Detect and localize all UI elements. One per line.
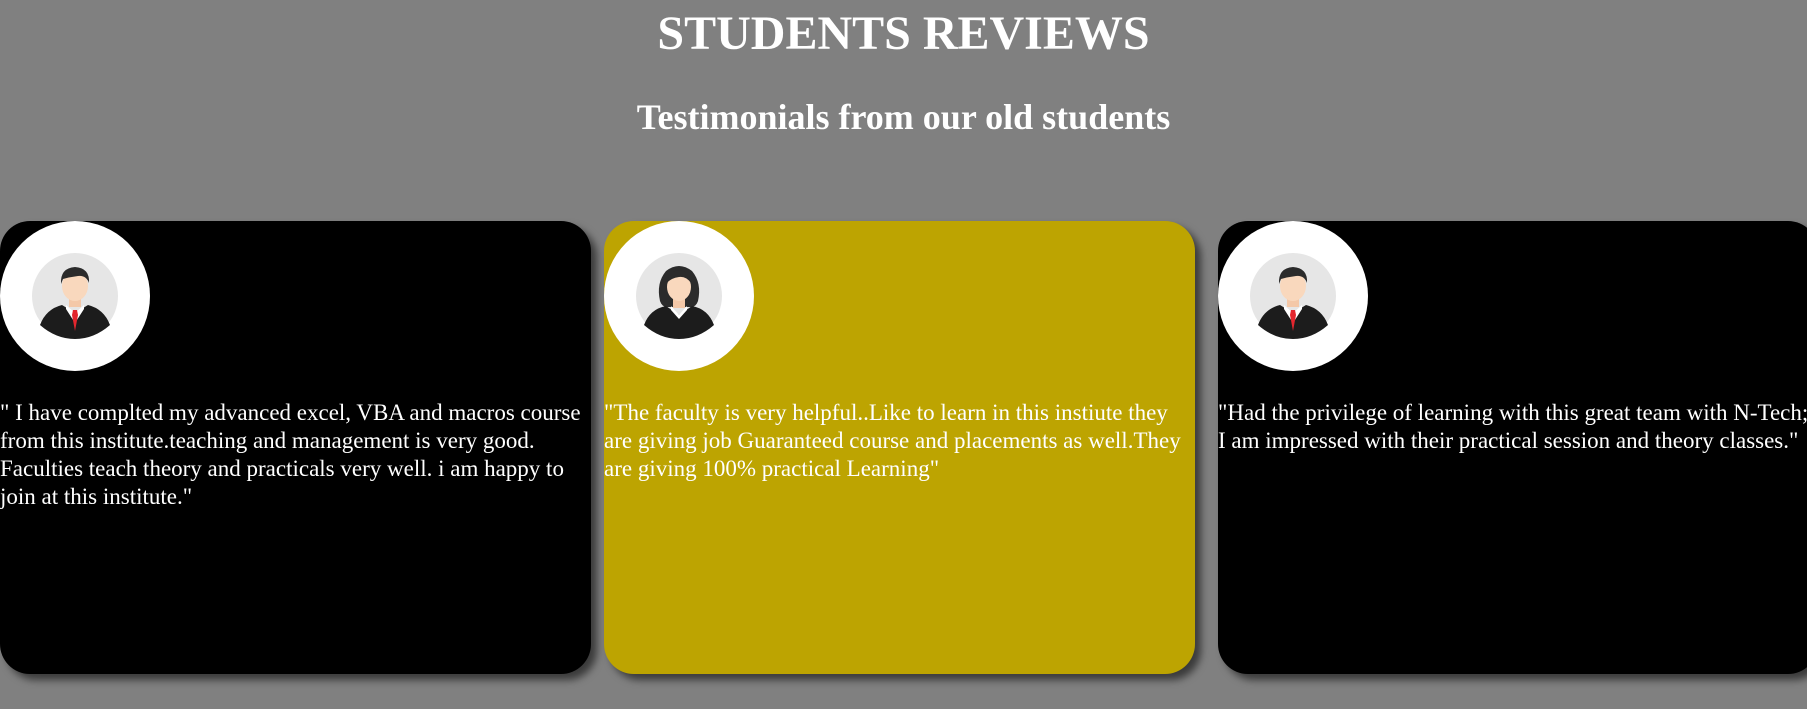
male-student-avatar-icon <box>1250 253 1336 339</box>
page-subtitle: Testimonials from our old students <box>636 97 1171 137</box>
review-quote: "Had the privilege of learning with this… <box>1218 400 1807 453</box>
review-card: "Had the privilege of learning with this… <box>1218 221 1807 674</box>
review-card: " I have complted my advanced excel, VBA… <box>0 221 591 674</box>
reviews-list: " I have complted my advanced excel, VBA… <box>0 221 1807 675</box>
female-student-avatar-icon <box>604 221 754 371</box>
review-quote: " I have complted my advanced excel, VBA… <box>0 400 581 509</box>
review-card: "The faculty is very helpful..Like to le… <box>604 221 1195 674</box>
review-quote: "The faculty is very helpful..Like to le… <box>604 400 1181 481</box>
female-student-avatar-icon <box>636 253 722 339</box>
male-student-avatar-icon <box>0 221 150 371</box>
page-title: STUDENTS REVIEWS <box>657 7 1150 60</box>
male-student-avatar-icon <box>1218 221 1368 371</box>
male-student-avatar-icon <box>32 253 118 339</box>
